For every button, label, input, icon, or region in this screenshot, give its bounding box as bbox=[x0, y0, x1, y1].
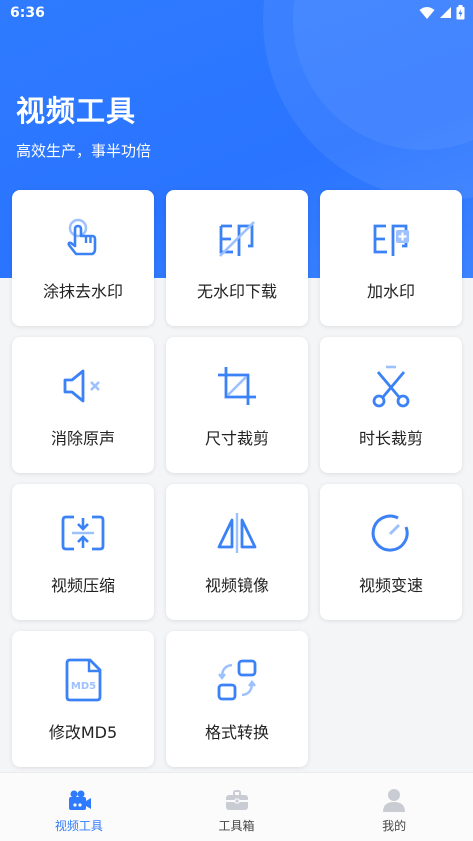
hand-pointer-icon bbox=[60, 216, 106, 262]
tool-label: 格式转换 bbox=[204, 723, 269, 742]
tool-add-watermark[interactable]: 加水印 bbox=[320, 190, 462, 326]
nav-toolbox[interactable]: 工具箱 bbox=[158, 773, 316, 841]
watermark-add-icon bbox=[368, 216, 414, 262]
signal-icon bbox=[440, 7, 451, 18]
tool-modify-md5[interactable]: MD5 修改MD5 bbox=[12, 631, 154, 767]
svg-text:MD5: MD5 bbox=[71, 681, 96, 692]
app-screen: 6:36 视频工具 高效生产，事半功倍 涂抹去水印 无水印下载 加水印 消除原声… bbox=[0, 0, 473, 841]
crop-icon bbox=[214, 363, 260, 409]
tool-label: 视频镜像 bbox=[204, 576, 269, 595]
video-camera-icon bbox=[68, 790, 91, 810]
convert-icon bbox=[214, 657, 260, 703]
page-subtitle: 高效生产，事半功倍 bbox=[16, 142, 152, 160]
nav-mine[interactable]: 我的 bbox=[315, 773, 473, 841]
toolbox-icon bbox=[225, 790, 248, 810]
tool-format-convert[interactable]: 格式转换 bbox=[166, 631, 308, 767]
tool-label: 时长裁剪 bbox=[358, 429, 423, 448]
mirror-icon bbox=[214, 510, 260, 556]
nav-label: 我的 bbox=[382, 819, 407, 833]
page-title: 视频工具 bbox=[16, 94, 137, 128]
tool-label: 涂抹去水印 bbox=[42, 282, 123, 301]
tool-size-crop[interactable]: 尺寸裁剪 bbox=[166, 337, 308, 473]
tool-smear-remove-watermark[interactable]: 涂抹去水印 bbox=[12, 190, 154, 326]
nav-video-tools[interactable]: 视频工具 bbox=[0, 773, 158, 841]
tool-label: 视频变速 bbox=[358, 576, 423, 595]
status-icons bbox=[419, 5, 465, 20]
tool-label: 视频压缩 bbox=[50, 576, 115, 595]
tool-label: 消除原声 bbox=[50, 429, 115, 448]
tool-remove-audio[interactable]: 消除原声 bbox=[12, 337, 154, 473]
watermark-off-icon bbox=[214, 216, 260, 262]
tool-label: 加水印 bbox=[366, 282, 415, 301]
compress-icon bbox=[60, 510, 106, 556]
mute-icon bbox=[60, 363, 106, 409]
tool-label: 尺寸裁剪 bbox=[204, 429, 269, 448]
bottom-nav: 视频工具 工具箱 我的 bbox=[0, 772, 473, 841]
scissors-icon bbox=[368, 363, 414, 409]
nav-label: 视频工具 bbox=[54, 819, 103, 833]
tool-video-compress[interactable]: 视频压缩 bbox=[12, 484, 154, 620]
tool-duration-trim[interactable]: 时长裁剪 bbox=[320, 337, 462, 473]
tool-no-watermark-download[interactable]: 无水印下载 bbox=[166, 190, 308, 326]
speed-icon bbox=[368, 510, 414, 556]
status-time: 6:36 bbox=[10, 5, 45, 21]
nav-label: 工具箱 bbox=[218, 819, 255, 833]
tool-label: 修改MD5 bbox=[48, 723, 118, 742]
tool-video-mirror[interactable]: 视频镜像 bbox=[166, 484, 308, 620]
battery-icon bbox=[456, 5, 465, 20]
wifi-icon bbox=[419, 6, 435, 19]
tool-grid: 涂抹去水印 无水印下载 加水印 消除原声 尺寸裁剪 时长裁剪 视频压缩 视频镜像… bbox=[12, 190, 463, 767]
tool-video-speed[interactable]: 视频变速 bbox=[320, 484, 462, 620]
user-icon bbox=[383, 789, 406, 812]
md5-file-icon: MD5 bbox=[60, 657, 106, 703]
tool-label: 无水印下载 bbox=[196, 282, 277, 301]
status-bar: 6:36 bbox=[0, 0, 473, 28]
